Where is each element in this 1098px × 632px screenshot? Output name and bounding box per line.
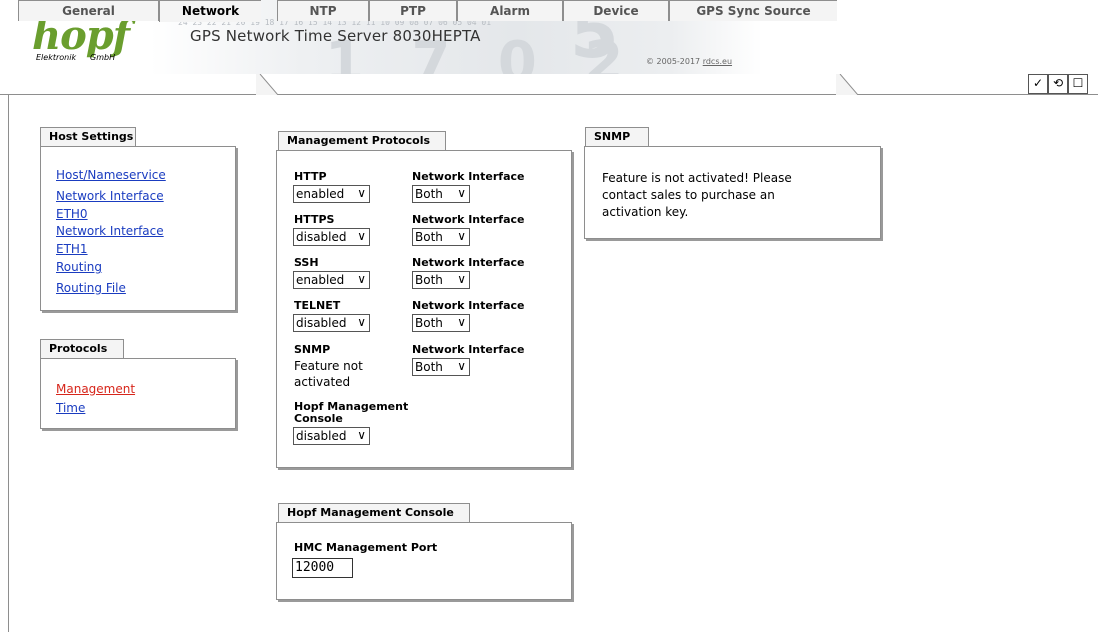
tab-slant — [836, 74, 858, 95]
link-routing[interactable]: Routing — [56, 258, 102, 276]
tab-ntp[interactable]: NTP — [277, 0, 369, 21]
tab-alarm[interactable]: Alarm — [457, 0, 563, 21]
snmp-interface-select[interactable]: Both ∨ — [412, 358, 470, 376]
https-interface-select[interactable]: Both ∨ — [412, 228, 470, 246]
tab-network[interactable]: Network — [159, 0, 261, 22]
ssh-interface-select[interactable]: Both ∨ — [412, 271, 470, 289]
https-label: HTTPS — [294, 213, 335, 226]
chevron-down-icon: ∨ — [457, 229, 466, 243]
management-protocols-title: Management Protocols — [278, 131, 446, 151]
copyright: © 2005-2017 rdcs.eu — [646, 57, 732, 66]
snmp-label: SNMP — [294, 343, 331, 356]
link-network-interface-eth0[interactable]: Network Interface ETH0 — [56, 187, 196, 223]
product-title: GPS Network Time Server 8030HEPTA — [190, 27, 481, 45]
hmc-label-line2: Console — [294, 412, 343, 425]
link-network-interface-eth1[interactable]: Network Interface ETH1 — [56, 222, 196, 258]
chevron-down-icon: ∨ — [457, 272, 466, 286]
protocols-title: Protocols — [40, 339, 124, 359]
select-value: Both — [415, 316, 443, 330]
telnet-select[interactable]: disabled ∨ — [293, 314, 370, 332]
select-value: disabled — [296, 429, 347, 443]
hmc-port-input[interactable]: 12000 — [292, 558, 353, 578]
select-value: Both — [415, 273, 443, 287]
snmp-status-line1: Feature not — [294, 359, 363, 373]
tab-label: General — [62, 4, 115, 18]
tab-general[interactable]: General — [18, 0, 159, 21]
select-value: Both — [415, 187, 443, 201]
tab-gps-sync-source[interactable]: GPS Sync Source — [669, 0, 837, 21]
logo-gmbh: GmbH — [90, 53, 116, 62]
telnet-interface-select[interactable]: Both ∨ — [412, 314, 470, 332]
http-label: HTTP — [294, 170, 327, 183]
chevron-down-icon: ∨ — [357, 272, 366, 286]
ssh-label: SSH — [294, 256, 319, 269]
snmp-interface-label: Network Interface — [412, 343, 525, 356]
tab-slant — [256, 74, 278, 95]
telnet-interface-label: Network Interface — [412, 299, 525, 312]
tab-device[interactable]: Device — [563, 0, 669, 21]
tab-label: NTP — [309, 4, 337, 18]
select-value: Both — [415, 360, 443, 374]
host-settings-title: Host Settings — [40, 127, 136, 147]
chevron-down-icon: ∨ — [457, 315, 466, 329]
link-management[interactable]: Management — [56, 380, 135, 398]
chevron-down-icon: ∨ — [357, 315, 366, 329]
reload-icon[interactable]: ⟲ — [1048, 74, 1068, 94]
link-routing-file[interactable]: Routing File — [56, 279, 126, 297]
link-time[interactable]: Time — [56, 399, 85, 417]
snmp-message-line1: Feature is not activated! Please — [602, 171, 792, 185]
snmp-message-line3: activation key. — [602, 205, 689, 219]
select-value: disabled — [296, 316, 347, 330]
snmp-status-line2: activated — [294, 375, 351, 389]
tab-label: Alarm — [490, 4, 530, 18]
link-host-nameservice[interactable]: Host/Nameservice — [56, 166, 166, 184]
tab-label: Device — [593, 4, 639, 18]
snmp-panel-title: SNMP — [585, 127, 649, 147]
tab-ptp[interactable]: PTP — [369, 0, 457, 21]
telnet-label: TELNET — [294, 299, 341, 312]
apply-checkmark-icon[interactable]: ✓ — [1028, 74, 1048, 94]
https-select[interactable]: disabled ∨ — [293, 228, 370, 246]
http-select[interactable]: enabled ∨ — [293, 185, 370, 203]
chevron-down-icon: ∨ — [357, 428, 366, 442]
http-interface-select[interactable]: Both ∨ — [412, 185, 470, 203]
tab-label: GPS Sync Source — [696, 4, 811, 18]
hmc-select[interactable]: disabled ∨ — [293, 427, 370, 445]
ssh-select[interactable]: enabled ∨ — [293, 271, 370, 289]
ssh-interface-label: Network Interface — [412, 256, 525, 269]
tab-label: PTP — [400, 4, 426, 18]
chevron-down-icon: ∨ — [357, 186, 366, 200]
select-value: enabled — [296, 273, 345, 287]
select-value: Both — [415, 230, 443, 244]
select-value: disabled — [296, 230, 347, 244]
chevron-down-icon: ∨ — [357, 229, 366, 243]
chevron-down-icon: ∨ — [457, 359, 466, 373]
chevron-down-icon: ∨ — [457, 186, 466, 200]
tab-label: Network — [181, 4, 240, 18]
copyright-text: © 2005-2017 — [646, 57, 703, 66]
main-tab-bar — [0, 74, 1098, 95]
logo-subtitle: Elektronik — [36, 53, 77, 62]
select-value: enabled — [296, 187, 345, 201]
https-interface-label: Network Interface — [412, 213, 525, 226]
save-icon[interactable]: ☐ — [1068, 74, 1088, 94]
snmp-message-line2: contact sales to purchase an — [602, 188, 775, 202]
hmc-panel-title: Hopf Management Console — [278, 503, 470, 523]
http-interface-label: Network Interface — [412, 170, 525, 183]
hmc-port-label: HMC Management Port — [294, 541, 438, 554]
copyright-link[interactable]: rdcs.eu — [703, 57, 732, 66]
